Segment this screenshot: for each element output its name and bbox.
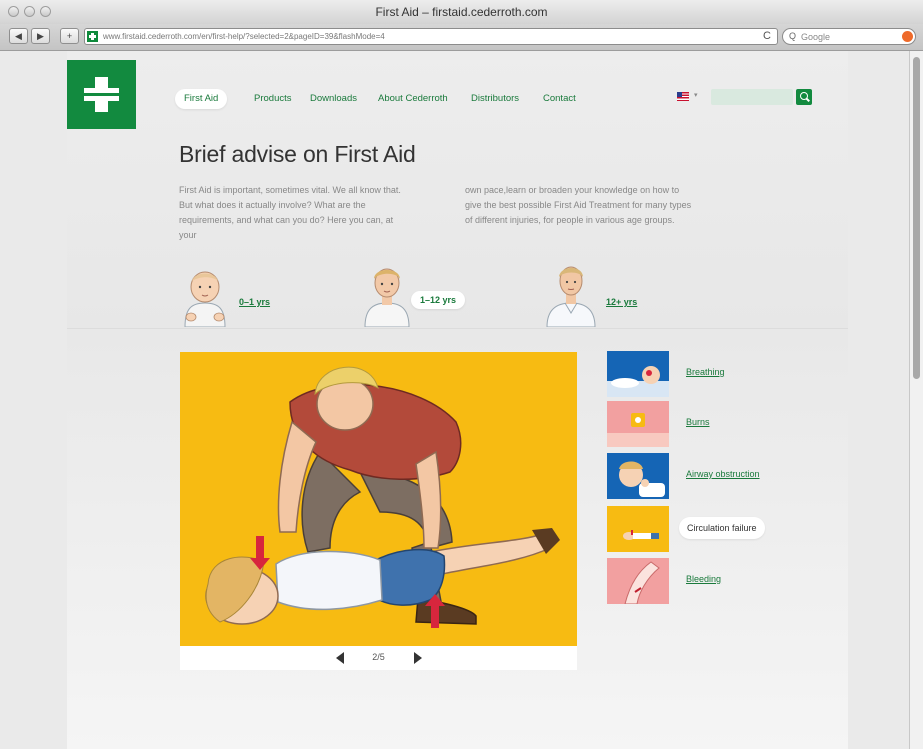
cpr-illustration [180, 352, 577, 646]
nav-products[interactable]: Products [254, 89, 292, 109]
logo-band [82, 93, 121, 96]
burns-thumbnail [607, 401, 669, 447]
search-placeholder: Google [801, 32, 831, 42]
nav-about-cederroth[interactable]: About Cederroth [378, 89, 448, 109]
plus-icon: + [66, 31, 73, 41]
window-title: First Aid – firstaid.cederroth.com [375, 5, 548, 19]
child-illustration [364, 268, 410, 327]
nav-contact[interactable]: Contact [543, 89, 576, 109]
age-group-adult[interactable]: 12+ yrs [543, 263, 673, 327]
adult-illustration [546, 266, 596, 327]
topic-label[interactable]: Breathing [686, 367, 725, 377]
nav-distributors[interactable]: Distributors [471, 89, 519, 109]
topic-label[interactable]: Airway obstruction [686, 469, 760, 479]
page-title: Brief advise on First Aid [179, 141, 416, 167]
topic-burns[interactable]: Burns [607, 401, 847, 447]
topic-label[interactable]: Bleeding [686, 574, 721, 584]
age-group-infant[interactable]: 0–1 yrs [177, 263, 307, 327]
browser-toolbar: ◀ ▶ + www.firstaid.cederroth.com/en/firs… [0, 24, 923, 51]
forward-button[interactable]: ▶ [31, 28, 50, 44]
language-caret-icon[interactable]: ▾ [694, 91, 698, 99]
topic-label[interactable]: Burns [686, 417, 710, 427]
age-link-1-12[interactable]: 1–12 yrs [411, 291, 466, 309]
add-bookmark-button[interactable]: + [60, 28, 79, 44]
title-bar: First Aid – firstaid.cederroth.com [0, 0, 923, 24]
site-search-input[interactable] [711, 89, 793, 105]
circulation-thumbnail [607, 506, 669, 552]
cederroth-logo[interactable] [67, 60, 136, 129]
breathing-thumbnail [607, 351, 669, 397]
nav-first-aid[interactable]: First Aid [175, 89, 228, 109]
browser-search-field[interactable]: Q Google [782, 28, 916, 45]
site-favicon-icon [87, 31, 98, 42]
topic-circulation-failure[interactable]: Circulation failure [607, 506, 847, 552]
web-viewport: First Aid Products Downloads About Ceder… [0, 51, 909, 749]
site-search-button[interactable] [796, 89, 812, 105]
reload-icon[interactable]: C [763, 30, 771, 42]
topic-bleeding[interactable]: Bleeding [607, 558, 847, 604]
age-link-0-1[interactable]: 0–1 yrs [239, 297, 270, 307]
topic-label[interactable]: Circulation failure [679, 517, 765, 539]
topic-breathing[interactable]: Breathing [607, 351, 847, 397]
site-page: First Aid Products Downloads About Ceder… [67, 51, 848, 749]
browser-window: First Aid – firstaid.cederroth.com ◀ ▶ +… [0, 0, 923, 749]
slide-counter: 2/5 [372, 652, 385, 662]
back-button[interactable]: ◀ [9, 28, 28, 44]
bleeding-thumbnail [607, 558, 669, 604]
vertical-scrollbar[interactable] [909, 51, 923, 749]
intro-text-right: own pace,learn or broaden your knowledge… [465, 185, 692, 225]
nav-downloads[interactable]: Downloads [310, 89, 357, 109]
age-group-child[interactable]: 1–12 yrs [359, 263, 489, 327]
snapback-icon[interactable] [902, 31, 913, 42]
slideshow-pager: 2/5 [180, 646, 577, 670]
topic-airway-obstruction[interactable]: Airway obstruction [607, 453, 847, 499]
address-bar[interactable]: www.firstaid.cederroth.com/en/first-help… [84, 28, 778, 45]
airway-thumbnail [607, 453, 669, 499]
back-arrow-icon: ◀ [15, 31, 22, 41]
search-icon: Q [789, 31, 797, 41]
cpr-scene-svg [205, 366, 560, 628]
next-slide-icon[interactable] [414, 652, 422, 664]
baby-illustration [184, 271, 226, 327]
forward-arrow-icon: ▶ [37, 31, 44, 41]
us-flag-icon[interactable] [677, 92, 689, 101]
intro-text-left: First Aid is important, sometimes vital.… [179, 185, 401, 240]
age-link-12-plus[interactable]: 12+ yrs [606, 297, 637, 307]
url-text: www.firstaid.cederroth.com/en/first-help… [103, 32, 385, 41]
scrollbar-thumb[interactable] [913, 57, 920, 379]
